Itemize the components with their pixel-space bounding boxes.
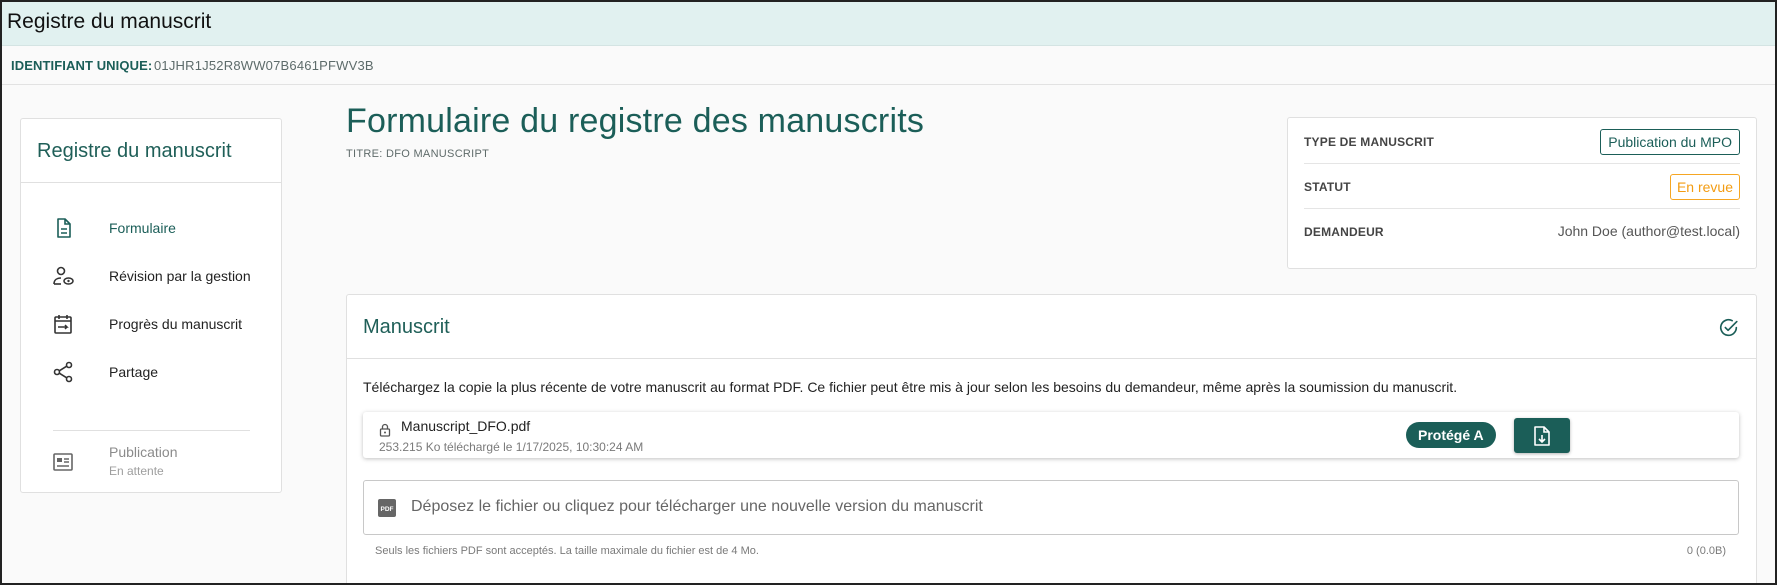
manuscript-card-header: Manuscrit [347, 295, 1756, 359]
info-row-status: STATUT En revue [1304, 165, 1740, 209]
share-icon [53, 361, 73, 383]
file-name: Manuscript_DFO.pdf [401, 418, 531, 434]
page-subtitle: TITRE: DFO MANUSCRIPT [346, 148, 490, 160]
file-counter: 0 (0.0B) [1686, 545, 1726, 557]
info-row-type: TYPE DE MANUSCRIT Publication du MPO [1304, 120, 1740, 164]
sidebar-item-partage[interactable]: Partage [21, 352, 281, 392]
sidebar-item-revision[interactable]: Révision par la gestion [21, 256, 281, 296]
manuscript-description: Téléchargez la copie la plus récente de … [363, 379, 1458, 395]
lock-icon [379, 423, 391, 437]
info-label: STATUT [1304, 180, 1351, 194]
sidebar-item-publication: Publication En attente [21, 438, 281, 486]
sidebar-item-label: Révision par la gestion [109, 268, 251, 284]
download-file-button[interactable] [1514, 418, 1570, 453]
page-title: Formulaire du registre des manuscrits [346, 102, 925, 140]
identifier-label: IDENTIFIANT UNIQUE: [11, 58, 153, 73]
svg-text:PDF: PDF [381, 506, 394, 513]
requester-value: John Doe (author@test.local) [1557, 223, 1740, 239]
app-window: Registre du manuscrit IDENTIFIANT UNIQUE… [0, 0, 1777, 585]
dropzone-text: Déposez le fichier ou cliquez pour téléc… [411, 498, 983, 515]
file-hint: Seuls les fichiers PDF sont acceptés. La… [375, 545, 759, 557]
info-row-requester: DEMANDEUR John Doe (author@test.local) [1304, 210, 1740, 254]
main-area: Registre du manuscrit Formulaire Révisio… [2, 86, 1775, 583]
check-circle-icon [1719, 318, 1738, 337]
status-badge: En revue [1669, 174, 1740, 200]
file-download-icon [1534, 426, 1550, 446]
document-icon [57, 218, 71, 238]
sidebar-item-label: Publication [109, 444, 178, 460]
sidebar-divider [53, 430, 250, 431]
window-title: Registre du manuscrit [7, 10, 212, 33]
info-label: DEMANDEUR [1304, 225, 1384, 239]
sidebar-item-label: Formulaire [109, 220, 176, 236]
info-label: TYPE DE MANUSCRIT [1304, 135, 1435, 149]
sidebar-header: Registre du manuscrit [21, 119, 281, 183]
manuscript-card: Manuscrit Téléchargez la copie la plus r… [346, 294, 1757, 583]
title-bar: Registre du manuscrit [2, 2, 1775, 46]
person-review-icon [53, 266, 74, 285]
identifier-bar: IDENTIFIANT UNIQUE: 01JHR1J52R8WW07B6461… [2, 47, 1775, 85]
identifier-value: 01JHR1J52R8WW07B6461PFWV3B [154, 58, 374, 73]
classification-badge: Protégé A [1406, 422, 1496, 448]
type-badge: Publication du MPO [1600, 129, 1740, 155]
sidebar-item-formulaire[interactable]: Formulaire [21, 208, 281, 248]
sidebar-item-sublabel: En attente [109, 464, 164, 478]
sidebar-title: Registre du manuscrit [37, 140, 232, 162]
uploaded-file-card: Manuscript_DFO.pdf 253.215 Ko téléchargé… [363, 412, 1739, 458]
manuscript-card-title: Manuscrit [363, 316, 450, 338]
calendar-progress-icon [54, 315, 72, 334]
sidebar-item-label: Progrès du manuscrit [109, 316, 243, 332]
article-icon [53, 453, 73, 471]
sidebar-card: Registre du manuscrit Formulaire Révisio… [20, 118, 282, 493]
file-meta: 253.215 Ko téléchargé le 1/17/2025, 10:3… [379, 440, 644, 454]
sidebar-item-progres[interactable]: Progrès du manuscrit [21, 304, 281, 344]
pdf-icon: PDF [378, 499, 396, 517]
sidebar-item-label: Partage [109, 364, 159, 380]
file-dropzone[interactable]: PDF Déposez le fichier ou cliquez pour t… [363, 480, 1739, 535]
manuscript-info-card: TYPE DE MANUSCRIT Publication du MPO STA… [1287, 117, 1757, 269]
